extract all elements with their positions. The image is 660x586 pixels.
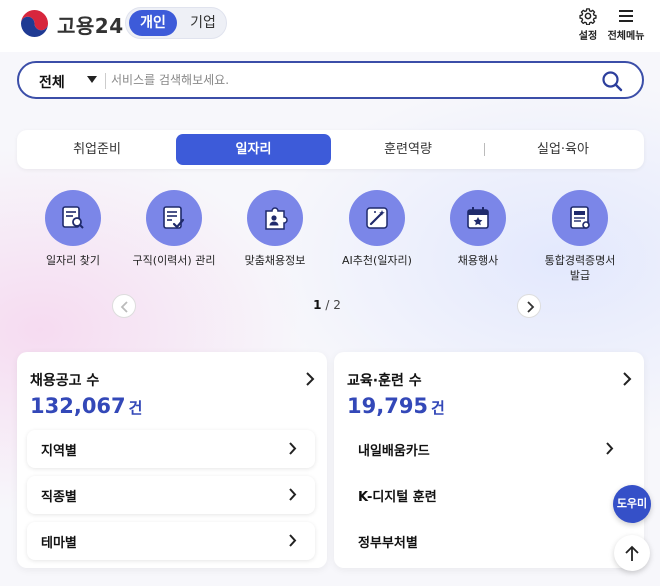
service-label: 일자리 찾기 [45,254,101,267]
doc-search-icon [62,206,84,229]
puzzle-person-icon [265,207,288,230]
search-icon[interactable] [600,69,624,93]
job-postings-card: 채용공고 수 132,067 건 지역별 직종별 테마별 [17,352,327,568]
all-menu-label: 전체메뉴 [607,31,645,42]
site-logo-text[interactable]: 고용24 [57,10,124,39]
chevron-right-icon [289,442,297,455]
header: 고용24 개인 기업 설정 전체메뉴 [0,0,660,52]
service-label: 구직(이력서) 관리 [132,254,216,267]
settings-button[interactable]: 설정 [574,7,602,42]
category-tabs: 취업준비 일자리 훈련역량 실업·육아 [17,130,644,169]
chevron-right-icon[interactable] [622,372,632,386]
settings-label: 설정 [578,31,598,42]
prev-page-button[interactable] [112,294,136,318]
chevron-right-icon [606,442,614,455]
list-item-government-ministry[interactable]: 정부부처별 [344,522,632,560]
search-divider [105,73,106,89]
training-card: 교육·훈련 수 19,795 건 내일배움카드 K-디지털 훈련 정부부처별 [334,352,644,568]
service-career-certificate[interactable]: 통합경력증명서 발급 [534,190,626,283]
tab-jobs[interactable]: 일자리 [176,134,331,165]
tab-divider [484,143,485,156]
segment-business[interactable]: 기업 [182,10,224,36]
chevron-right-icon [289,534,297,547]
card-title[interactable]: 채용공고 수 [30,370,99,390]
arrow-up-icon [625,545,639,561]
chevron-right-icon [527,301,535,313]
resume-check-icon [163,206,185,229]
magic-wand-icon [366,207,388,229]
service-job-search[interactable]: 일자리 찾기 [27,190,119,268]
list-item-k-digital-training[interactable]: K-디지털 훈련 [344,476,632,514]
search-input[interactable] [111,69,571,91]
job-postings-count: 132,067 건 [30,394,143,418]
caret-down-icon[interactable] [87,76,97,83]
page-indicator: 1 / 2 [313,298,341,312]
segment-personal[interactable]: 개인 [129,10,177,36]
tab-training[interactable]: 훈련역량 [333,134,483,165]
search-category-select[interactable]: 전체 [39,72,65,92]
service-ai-recommend[interactable]: AI추천(일자리) [331,190,423,268]
service-recruit-event[interactable]: 채용행사 [432,190,524,268]
calendar-star-icon [467,207,489,229]
service-label: 맞춤채용정보 [244,254,306,267]
helper-chatbot-button[interactable]: 도우미 [613,485,651,523]
list-item-region[interactable]: 지역별 [27,430,315,468]
tab-job-prep[interactable]: 취업준비 [21,134,173,165]
user-type-toggle: 개인 기업 [125,7,227,39]
service-pager: 1 / 2 [112,294,542,318]
total-pages: 2 [333,298,341,312]
chevron-right-icon [289,488,297,501]
all-menu-button[interactable]: 전체메뉴 [604,7,648,42]
tab-unemployment-childcare[interactable]: 실업·육아 [486,134,640,165]
service-label: AI추천(일자리) [342,254,412,267]
gear-icon [579,8,597,25]
next-page-button[interactable] [517,294,541,318]
scroll-top-button[interactable] [614,535,650,571]
service-custom-recruit[interactable]: 맞춤채용정보 [229,190,321,268]
current-page: 1 [313,298,322,312]
service-label: 통합경력증명서 발급 [544,254,616,282]
chevron-right-icon[interactable] [305,372,315,386]
training-count: 19,795 건 [347,394,445,418]
hamburger-menu-icon [619,10,633,22]
list-item-theme[interactable]: 테마별 [27,522,315,560]
search-bar: 전체 [17,61,644,99]
service-resume-manage[interactable]: 구직(이력서) 관리 [128,190,220,268]
list-item-tomorrow-learning-card[interactable]: 내일배움카드 [344,430,632,468]
certificate-icon [570,206,590,229]
taegeuk-logo-icon[interactable] [18,7,51,40]
service-label: 채용행사 [457,254,499,267]
chevron-left-icon [120,301,128,313]
list-item-occupation[interactable]: 직종별 [27,476,315,514]
card-title[interactable]: 교육·훈련 수 [347,370,422,390]
